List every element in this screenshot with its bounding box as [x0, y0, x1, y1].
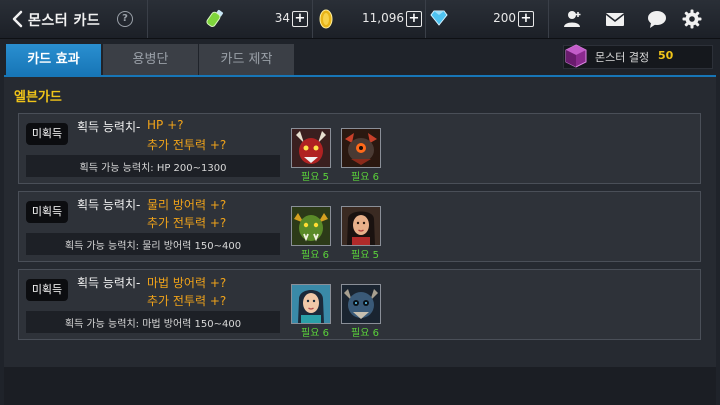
dark-haired-woman-portrait[interactable] [341, 206, 381, 246]
monster-crystal-label: 몬스터 결정 [595, 51, 650, 64]
combat-power-bonus: 추가 전투력 +? [147, 138, 227, 152]
red-demon-portrait[interactable] [291, 128, 331, 168]
divider [425, 0, 426, 38]
divider [548, 0, 549, 38]
monster-crystal-icon [565, 44, 587, 68]
status-badge: 미획득 [26, 123, 68, 145]
stat-label: 획득 능력치- [77, 120, 141, 134]
stat-bonus: 마법 방어력 +? [147, 276, 227, 290]
energy-count: 34 [274, 11, 290, 25]
tab-mercenary[interactable]: 용병단 [103, 44, 198, 75]
page-title: 몬스터 카드 [28, 13, 101, 29]
status-badge: 미획득 [26, 201, 68, 223]
add-diamond-button[interactable]: + [518, 11, 534, 27]
combat-power-bonus: 추가 전투력 +? [147, 216, 227, 230]
stat-bonus: 물리 방어력 +? [147, 198, 227, 212]
bottom-area [4, 367, 716, 405]
dark-beast-portrait[interactable] [341, 128, 381, 168]
stat-range-text: 획득 가능 능력치: 마법 방어력 150~400 [64, 319, 242, 330]
required-count: 필요 6 [301, 328, 329, 339]
tab-card-craft[interactable]: 카드 제작 [199, 44, 294, 75]
monster-card-row[interactable]: 미획득 획득 능력치- 마법 방어력 +? 추가 전투력 +? 획득 가능 능력… [18, 269, 701, 340]
stat-range-bar: 획득 가능 능력치: 마법 방어력 150~400 [26, 311, 280, 333]
top-bar: 몬스터 카드 ? 34 + 11,096 + 200 + [0, 0, 720, 39]
mail-icon[interactable] [605, 10, 625, 28]
energy-potion-icon [206, 9, 224, 27]
divider [312, 0, 313, 38]
required-count: 필요 6 [301, 250, 329, 261]
stat-label: 획득 능력치- [77, 276, 141, 290]
diamond-icon [430, 10, 448, 26]
section-title: 엘븐가드 [14, 90, 62, 105]
stat-range-text: 획득 가능 능력치: HP 200~1300 [79, 163, 227, 174]
stat-range-bar: 획득 가능 능력치: 물리 방어력 150~400 [26, 233, 280, 255]
combat-power-bonus: 추가 전투력 +? [147, 294, 227, 308]
green-orc-portrait[interactable] [291, 206, 331, 246]
chat-icon[interactable] [647, 10, 667, 28]
back-arrow-icon[interactable] [8, 9, 28, 29]
required-count: 필요 5 [301, 172, 329, 183]
divider [147, 0, 148, 38]
help-icon[interactable]: ? [117, 11, 133, 27]
add-energy-button[interactable]: + [292, 11, 308, 27]
gold-coin-icon [319, 9, 333, 29]
settings-gear-icon[interactable] [682, 9, 702, 29]
required-count: 필요 6 [351, 328, 379, 339]
add-gold-button[interactable]: + [406, 11, 422, 27]
stat-range-text: 획득 가능 능력치: 물리 방어력 150~400 [64, 241, 242, 252]
monster-card-row[interactable]: 미획득 획득 능력치- HP +? 추가 전투력 +? 획득 가능 능력치: H… [18, 113, 701, 184]
stat-range-bar: 획득 가능 능력치: HP 200~1300 [26, 155, 280, 177]
stat-label: 획득 능력치- [77, 198, 141, 212]
gold-count: 11,096 [362, 11, 404, 25]
teal-sorceress-portrait[interactable] [291, 284, 331, 324]
monster-card-row[interactable]: 미획득 획득 능력치- 물리 방어력 +? 추가 전투력 +? 획득 가능 능력… [18, 191, 701, 262]
required-count: 필요 5 [351, 250, 379, 261]
add-friend-icon[interactable] [563, 10, 583, 28]
status-badge: 미획득 [26, 279, 68, 301]
required-count: 필요 6 [351, 172, 379, 183]
monster-crystal-value: 50 [658, 49, 674, 62]
stat-bonus: HP +? [147, 118, 184, 132]
blue-skull-beast-portrait[interactable] [341, 284, 381, 324]
tab-card-effect[interactable]: 카드 효과 [6, 44, 101, 75]
diamond-count: 200 [493, 11, 516, 25]
